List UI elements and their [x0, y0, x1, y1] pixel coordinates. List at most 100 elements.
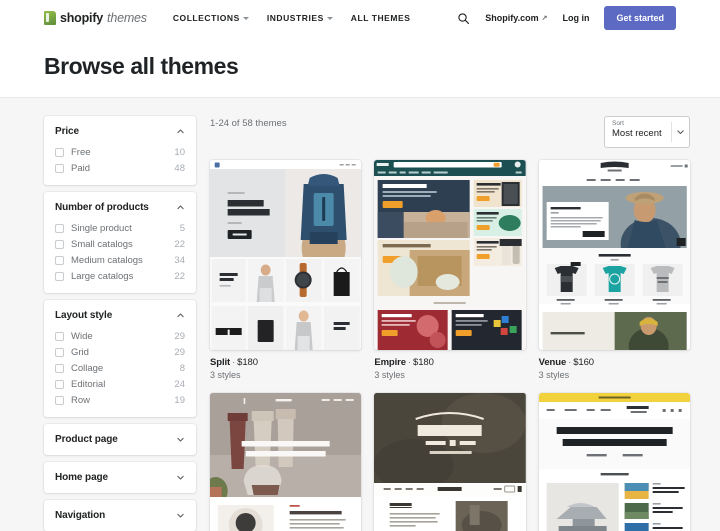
filter-group-home-page-header[interactable]: Home page — [55, 472, 185, 483]
checkbox-editorial[interactable] — [55, 380, 64, 389]
chevron-down-icon[interactable] — [176, 511, 185, 520]
chevron-up-icon[interactable] — [176, 311, 185, 320]
chevron-up-icon[interactable] — [176, 203, 185, 212]
theme-price: $180 — [237, 357, 258, 368]
filter-option-editorial[interactable]: Editorial 24 — [55, 376, 185, 392]
filter-option-paid[interactable]: Paid 48 — [55, 160, 185, 176]
site-header: shopify themes COLLECTIONS INDUSTRIES AL… — [0, 0, 720, 36]
results-toolbar: 1-24 of 58 themes Sort Most recent — [210, 116, 690, 150]
page-body: Price Free 10 Paid 48 — [0, 98, 720, 531]
filter-group-home-page: Home page — [44, 462, 196, 493]
theme-card-empire-meta: Empire·$180 3 styles — [374, 350, 525, 380]
page-title: Browse all themes — [44, 53, 238, 80]
filter-group-price-options: Free 10 Paid 48 — [55, 144, 185, 176]
theme-card-row2-1[interactable] — [210, 393, 361, 531]
theme-card-split[interactable]: Split·$180 3 styles — [210, 160, 361, 380]
filter-group-price-header[interactable]: Price — [55, 126, 185, 137]
theme-thumbnail-empire[interactable] — [374, 160, 525, 350]
checkbox-wide[interactable] — [55, 332, 64, 341]
theme-name: Venue — [539, 357, 567, 368]
checkbox-single-product[interactable] — [55, 224, 64, 233]
theme-card-venue-styles: 3 styles — [539, 370, 690, 380]
filter-option-collage[interactable]: Collage 8 — [55, 360, 185, 376]
filter-option-grid[interactable]: Grid 29 — [55, 344, 185, 360]
nav-item-industries[interactable]: INDUSTRIES — [267, 13, 333, 23]
theme-card-row2-2[interactable] — [374, 393, 525, 531]
chevron-up-icon[interactable] — [176, 127, 185, 136]
filter-option-small-catalogs[interactable]: Small catalogs 22 — [55, 236, 185, 252]
filter-option-medium-catalogs-label: Medium catalogs — [71, 255, 174, 266]
theme-card-venue-title: Venue·$160 — [539, 357, 690, 368]
filter-option-wide-label: Wide — [71, 331, 174, 342]
theme-card-empire-styles: 3 styles — [374, 370, 525, 380]
theme-price: $180 — [413, 357, 434, 368]
get-started-button[interactable]: Get started — [604, 6, 676, 30]
theme-card-split-meta: Split·$180 3 styles — [210, 350, 361, 380]
theme-card-empire[interactable]: Empire·$180 3 styles — [374, 160, 525, 380]
checkbox-collage[interactable] — [55, 364, 64, 373]
theme-thumbnail-venue[interactable] — [539, 160, 690, 350]
theme-thumbnail-york-boys[interactable] — [374, 393, 525, 531]
filter-group-number-of-products-title: Number of products — [55, 202, 149, 213]
sort-select-label: Sort — [612, 120, 683, 128]
filter-group-navigation: Navigation — [44, 500, 196, 531]
checkbox-large-catalogs[interactable] — [55, 272, 64, 281]
filter-option-free[interactable]: Free 10 — [55, 144, 185, 160]
chevron-down-icon[interactable] — [176, 435, 185, 444]
filter-option-row-label: Row — [71, 395, 174, 406]
theme-thumbnail-split[interactable] — [210, 160, 361, 350]
nav-item-collections[interactable]: COLLECTIONS — [173, 13, 249, 23]
primary-nav: COLLECTIONS INDUSTRIES ALL THEMES — [173, 13, 411, 23]
title-separator: · — [408, 357, 411, 368]
chevron-down-icon[interactable] — [176, 473, 185, 482]
filter-group-number-of-products: Number of products Single product 5 Smal… — [44, 192, 196, 293]
theme-card-row2-3[interactable] — [539, 393, 690, 531]
external-link-icon: ↗ — [542, 14, 548, 22]
filter-option-single-product[interactable]: Single product 5 — [55, 220, 185, 236]
shopify-bag-icon — [44, 11, 56, 25]
filter-group-product-page-header[interactable]: Product page — [55, 434, 185, 445]
filter-group-number-of-products-header[interactable]: Number of products — [55, 202, 185, 213]
sort-select[interactable]: Sort Most recent — [604, 116, 690, 148]
filter-option-row-count: 19 — [174, 395, 185, 406]
filter-option-single-product-count: 5 — [180, 223, 185, 234]
filter-group-home-page-title: Home page — [55, 472, 108, 483]
checkbox-grid[interactable] — [55, 348, 64, 357]
theme-card-venue[interactable]: Venue·$160 3 styles — [539, 160, 690, 380]
chevron-down-icon[interactable] — [676, 128, 685, 137]
logo-suffix-text: themes — [107, 11, 147, 25]
result-count: 1-24 of 58 themes — [210, 116, 287, 129]
filter-group-layout-style-title: Layout style — [55, 310, 112, 321]
filter-option-large-catalogs[interactable]: Large catalogs 22 — [55, 268, 185, 284]
filter-group-navigation-header[interactable]: Navigation — [55, 510, 185, 521]
filter-option-wide[interactable]: Wide 29 — [55, 328, 185, 344]
nav-item-all-themes[interactable]: ALL THEMES — [351, 13, 411, 23]
filter-option-medium-catalogs[interactable]: Medium catalogs 34 — [55, 252, 185, 268]
filter-option-free-label: Free — [71, 147, 174, 158]
checkbox-small-catalogs[interactable] — [55, 240, 64, 249]
shopify-themes-logo[interactable]: shopify themes — [44, 11, 147, 25]
checkbox-free[interactable] — [55, 148, 64, 157]
filter-group-product-page: Product page — [44, 424, 196, 455]
filter-option-collage-count: 8 — [180, 363, 185, 374]
shopify-com-link[interactable]: Shopify.com ↗ — [485, 13, 547, 23]
checkbox-row[interactable] — [55, 396, 64, 405]
checkbox-medium-catalogs[interactable] — [55, 256, 64, 265]
hero-section: Browse all themes — [0, 36, 720, 98]
nav-item-collections-label: COLLECTIONS — [173, 13, 240, 23]
login-link[interactable]: Log in — [562, 13, 589, 23]
search-icon[interactable] — [457, 12, 470, 25]
filter-group-layout-style-header[interactable]: Layout style — [55, 310, 185, 321]
filter-option-editorial-label: Editorial — [71, 379, 174, 390]
chevron-down-icon — [243, 17, 249, 20]
filter-option-collage-label: Collage — [71, 363, 180, 374]
checkbox-paid[interactable] — [55, 164, 64, 173]
filter-option-row[interactable]: Row 19 — [55, 392, 185, 408]
theme-thumbnail-coffee[interactable] — [210, 393, 361, 531]
filter-group-layout-style-options: Wide 29 Grid 29 Collage 8 Editorial 24 — [55, 328, 185, 408]
filter-group-layout-style: Layout style Wide 29 Grid 29 — [44, 300, 196, 417]
theme-thumbnail-adventure[interactable] — [539, 393, 690, 531]
filter-option-editorial-count: 24 — [174, 379, 185, 390]
filter-option-paid-count: 48 — [174, 163, 185, 174]
theme-grid: Split·$180 3 styles — [210, 160, 690, 531]
